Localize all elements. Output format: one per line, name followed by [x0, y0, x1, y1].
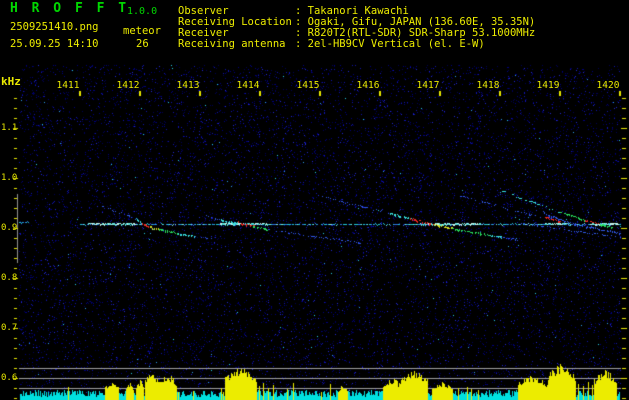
x-tick-label: 1419 [536, 80, 560, 91]
x-tick-label: 1412 [116, 80, 140, 91]
x-tick-label: 1418 [476, 80, 500, 91]
x-tick-label: 1420 [596, 80, 620, 91]
x-tick-label: 1411 [56, 80, 80, 91]
x-tick-label: 1413 [176, 80, 200, 91]
x-tick-label: 1416 [356, 80, 380, 91]
y-tick-label: 0.9 [1, 223, 18, 233]
x-tick-label: 1415 [296, 80, 320, 91]
spectrogram-canvas [0, 0, 629, 400]
y-tick-label: 1.0 [1, 173, 18, 183]
antenna-value: 2el-HB9CV Vertical (el. E-W) [307, 38, 485, 50]
mode-label: meteor [123, 25, 161, 37]
y-tick-label: 0.8 [1, 273, 18, 283]
y-axis-unit-label: kHz [1, 75, 21, 88]
output-filename: 2509251410.png [10, 21, 99, 33]
antenna-row: Receiving antenna: 2el-HB9CV Vertical (e… [178, 38, 485, 50]
y-tick-label: 0.7 [1, 323, 18, 333]
antenna-label: Receiving antenna [178, 38, 286, 50]
datetime-label: 25.09.25 14:10 [10, 38, 99, 50]
meteor-count: 26 [136, 38, 149, 50]
y-tick-label: 0.6 [1, 373, 18, 383]
x-tick-label: 1414 [236, 80, 260, 91]
x-tick-label: 1417 [416, 80, 440, 91]
app-title: H R O F F T [10, 1, 130, 16]
app-version: 1.0.0 [127, 6, 158, 17]
colon: : [295, 38, 308, 50]
hrofft-screen: H R O F F T 1.0.0 2509251410.png meteor … [0, 0, 629, 400]
y-tick-label: 1.1 [1, 123, 18, 133]
